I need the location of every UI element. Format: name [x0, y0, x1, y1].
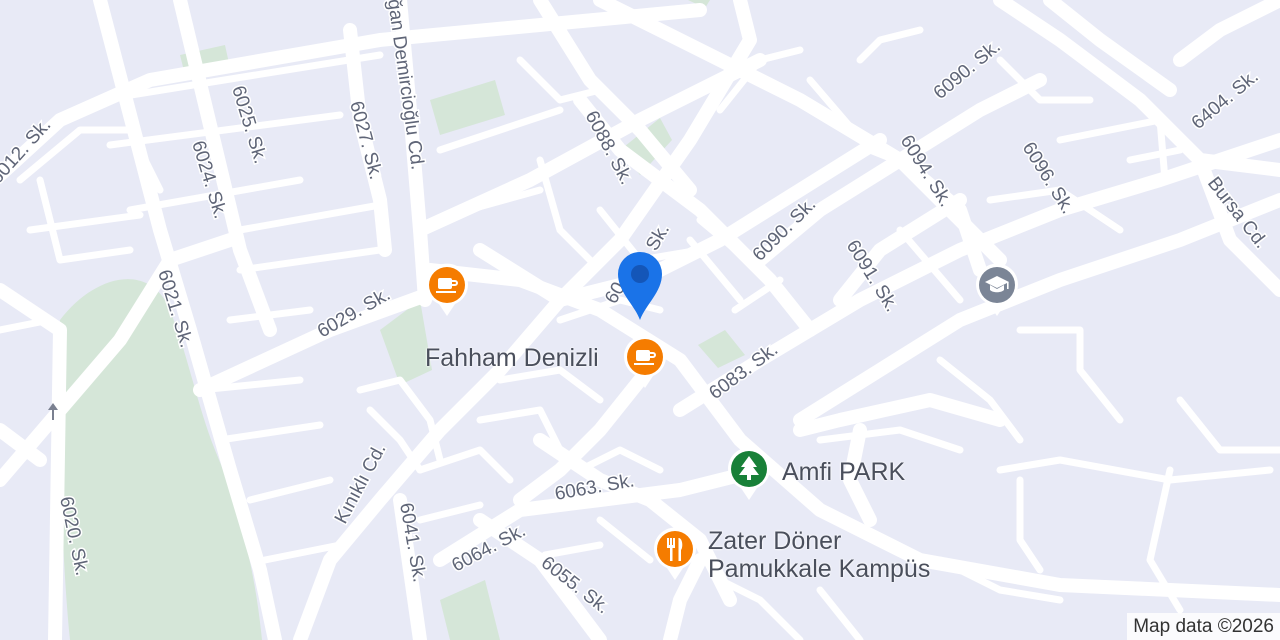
poi-label-fahham: Fahham Denizli [425, 344, 599, 372]
street-label-6027: 6027. Sk. [345, 99, 386, 182]
map-canvas[interactable]: 6012. Sk. 6025. Sk. 6024. Sk. 6027. Sk. … [0, 0, 1280, 640]
street-label-6404: 6404. Sk. [1188, 66, 1263, 134]
poi-zater-pin [654, 527, 696, 580]
poi-amfi-pin [728, 447, 770, 500]
poi-fahham-denizli[interactable]: Fahham Denizli [420, 334, 680, 390]
park-area-small-2 [430, 80, 505, 135]
poi-amfi-park[interactable]: Amfi PARK [726, 446, 946, 502]
poi-label-zater-line1: Zater Döner [708, 527, 842, 555]
poi-cafe-marker[interactable] [424, 262, 470, 318]
park-area-small-6 [440, 580, 500, 640]
location-marker[interactable] [612, 246, 668, 324]
location-pin-icon [618, 252, 662, 320]
poi-label-amfi: Amfi PARK [782, 458, 906, 486]
poi-school-marker[interactable] [974, 262, 1020, 318]
poi-fahham-pin [624, 335, 666, 388]
poi-zater-doner[interactable]: Zater Döner Pamukkale Kampüs [652, 526, 972, 586]
map-attribution[interactable]: Map data ©2026 [1127, 613, 1280, 640]
street-label-demircioglu: ğan Demircioğlu Cd. [383, 0, 428, 171]
street-label-6096: 6096. Sk. [1018, 139, 1078, 218]
poi-label-zater-line2: Pamukkale Kampüs [708, 555, 931, 583]
street-label-6090-upper: 6090. Sk. [930, 36, 1005, 104]
